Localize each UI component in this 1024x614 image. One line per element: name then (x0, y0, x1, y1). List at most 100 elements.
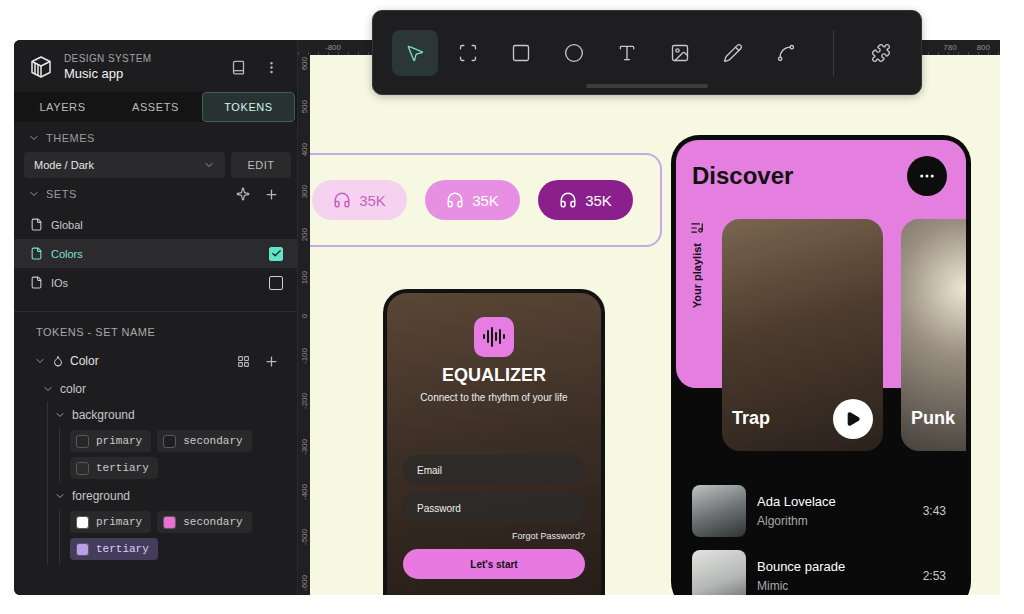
set-row[interactable]: Global (14, 210, 297, 239)
theme-select[interactable]: Mode / Dark (24, 152, 225, 178)
set-checkbox[interactable] (269, 276, 283, 290)
ruler-label: -500 (300, 529, 309, 545)
sparkle-icon (236, 187, 250, 201)
ruler-label: 500 (300, 100, 309, 113)
ruler-label: 800 (977, 43, 990, 52)
forgot-password-link[interactable]: Forgot Password? (512, 531, 585, 541)
select-tool-button[interactable] (392, 30, 438, 76)
token-pill[interactable]: tertiary (70, 538, 158, 560)
stat-pill[interactable]: 35K (538, 180, 633, 220)
plugins-button[interactable] (858, 30, 904, 76)
tree-node-row[interactable]: foreground (54, 483, 297, 509)
set-checkbox[interactable] (269, 247, 283, 261)
cube-logo-icon (29, 55, 53, 79)
chevron-down-icon (203, 159, 215, 171)
color-swatch (76, 543, 89, 556)
frame-tool-button[interactable] (445, 30, 491, 76)
image-icon (670, 43, 690, 63)
path-tool-button[interactable] (763, 30, 809, 76)
token-pill[interactable]: primary (70, 430, 151, 452)
token-pill[interactable]: secondary (157, 511, 251, 533)
ruler-label: 100 (300, 271, 309, 284)
grid-view-button[interactable] (233, 351, 254, 372)
ruler-label: 200 (300, 228, 309, 241)
token-pill[interactable]: primary (70, 511, 151, 533)
stat-pill-group[interactable]: 35K 35K 35K (310, 153, 662, 247)
ruler-label: 780 (943, 43, 956, 52)
ruler-label: -300 (300, 439, 309, 455)
more-button[interactable] (907, 156, 947, 196)
add-set-button[interactable] (260, 183, 283, 206)
sidebar-tabs: LAYERSASSETSTOKENS (14, 92, 297, 122)
sidebar-tab[interactable]: TOKENS (202, 92, 295, 122)
track-row[interactable]: Bounce paradeMimic2:53 (692, 550, 946, 595)
text-field[interactable]: Password (403, 493, 585, 523)
set-row[interactable]: Colors (14, 239, 297, 268)
sidebar-tab[interactable]: ASSETS (109, 92, 202, 122)
tokens-heading: TOKENS - SET NAME (14, 312, 297, 346)
toolbar-separator (833, 30, 834, 76)
pencil-tool-button[interactable] (710, 30, 756, 76)
set-row[interactable]: IOs (14, 268, 297, 297)
login-form: Email Password (403, 455, 585, 523)
file-icon (30, 218, 43, 231)
path-icon (776, 43, 796, 63)
token-tree: colorbackgroundprimarysecondarytertiaryf… (14, 376, 297, 564)
app-logo (474, 317, 514, 357)
sidebar-tab[interactable]: LAYERS (16, 92, 109, 122)
chevron-icon (54, 409, 66, 421)
login-screen[interactable]: EQUALIZERConnect to the rhythm of your l… (383, 289, 605, 595)
playlist-row: Your playlistTrapPunk (676, 219, 966, 451)
play-button[interactable] (833, 399, 873, 439)
add-token-button[interactable] (260, 350, 283, 373)
playlist-card[interactable]: Trap (722, 219, 883, 451)
discover-screen[interactable]: DiscoverYour playlistTrapPunkAda Lovelac… (671, 135, 971, 595)
theme-row: Mode / DarkEDIT (14, 152, 297, 178)
floating-toolbar (372, 10, 922, 95)
edit-button[interactable]: EDIT (231, 152, 291, 178)
token-pills: primary secondary tertiary (60, 509, 260, 564)
chevron-icon (28, 188, 40, 200)
track-thumbnail (692, 550, 746, 595)
generate-set-button[interactable] (232, 183, 254, 205)
track-row[interactable]: Ada LovelaceAlgorithm3:43 (692, 485, 946, 537)
token-subgroup: backgroundprimary secondary tertiary (48, 402, 297, 483)
playlist-card[interactable]: Punk (901, 219, 966, 451)
chevron-icon (34, 355, 46, 367)
frame-icon (458, 43, 478, 63)
logo (28, 54, 54, 80)
rectangle-tool-button[interactable] (498, 30, 544, 76)
image-tool-button[interactable] (657, 30, 703, 76)
stat-pill[interactable]: 35K (425, 180, 520, 220)
sets-header[interactable]: SETS (14, 180, 297, 208)
text-field[interactable]: Email (403, 455, 585, 485)
playlist-icon (690, 221, 704, 235)
start-button[interactable]: Let's start (403, 549, 585, 579)
canvas[interactable]: 35K 35K 35K EQUALIZERConnect to the rhythm … (310, 55, 1000, 595)
themes-header[interactable]: THEMES (14, 124, 297, 152)
docs-button[interactable] (227, 56, 250, 79)
token-pill[interactable]: tertiary (70, 457, 158, 479)
book-icon (231, 60, 246, 75)
track-artist: Algorithm (757, 514, 912, 528)
ruler-label: -400 (300, 484, 309, 500)
token-pill[interactable]: secondary (157, 430, 251, 452)
check-icon (271, 248, 282, 259)
token-group-label: Color (70, 354, 227, 368)
more-button[interactable] (260, 56, 283, 79)
toolbar-drag-handle[interactable] (586, 84, 708, 88)
ruler-label: -800 (325, 43, 341, 52)
stat-pill[interactable]: 35K (312, 180, 407, 220)
ellipsis-icon (918, 167, 936, 185)
tree-node-row[interactable]: color (42, 376, 297, 402)
text-tool-button[interactable] (604, 30, 650, 76)
token-group-row[interactable]: Color (14, 346, 297, 376)
file-icon (30, 247, 43, 260)
tree-node-row[interactable]: background (54, 402, 297, 428)
ellipse-tool-button[interactable] (551, 30, 597, 76)
tree-children: backgroundprimarysecondarytertiaryforegr… (47, 402, 297, 564)
set-name: Global (51, 219, 283, 231)
color-swatch (163, 516, 176, 529)
ruler-label: 300 (300, 185, 309, 198)
set-list: Global ColorsIOs (14, 208, 297, 297)
